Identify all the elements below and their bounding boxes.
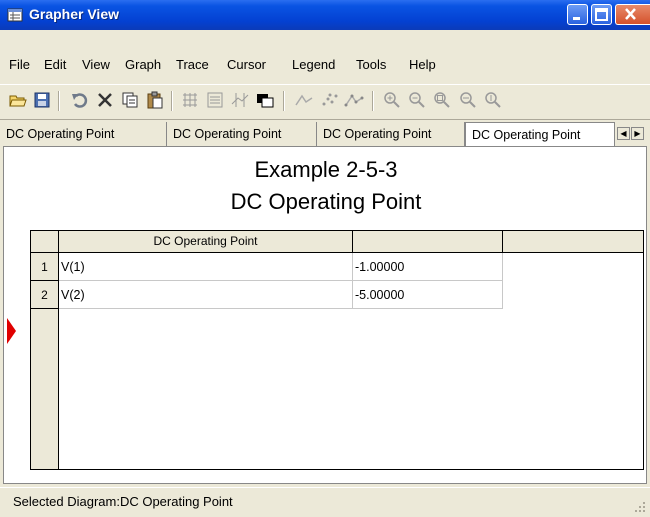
table-cell-name[interactable]: V(2) <box>59 281 353 309</box>
tab-label: DC Operating Point <box>323 127 432 141</box>
maximize-icon <box>595 8 608 21</box>
menu-legend[interactable]: Legend <box>292 54 335 76</box>
menu-help[interactable]: Help <box>409 54 436 76</box>
zoom-y-icon[interactable] <box>483 90 503 110</box>
tab-scroll-right-button[interactable]: ▶ <box>631 127 644 140</box>
traces-icon[interactable] <box>294 90 314 110</box>
table-cell-value[interactable]: -1.00000 <box>353 253 503 281</box>
tab-dc-operating-point-4[interactable]: DC Operating Point <box>465 122 615 146</box>
table-cell-value[interactable]: -5.00000 <box>353 281 503 309</box>
row-header-area <box>31 309 59 469</box>
tab-dc-operating-point-1[interactable]: DC Operating Point <box>0 122 167 146</box>
arrow-left-icon: ◀ <box>620 129 627 138</box>
window-title: Grapher View <box>29 6 120 22</box>
row-header-1[interactable]: 1 <box>31 253 59 281</box>
toolbar-separator <box>58 91 60 111</box>
menu-edit[interactable]: Edit <box>44 54 66 76</box>
minimize-button[interactable] <box>567 4 588 25</box>
results-table: DC Operating Point 1 V(1) -1.00000 2 V(2… <box>30 230 644 470</box>
grapher-window: Grapher View File Edit View Graph Trace … <box>0 0 650 516</box>
grapher-app-icon <box>7 8 23 22</box>
column-header-empty <box>503 231 643 253</box>
copy-icon[interactable] <box>120 90 140 110</box>
table-corner-header <box>31 231 59 253</box>
menu-cursor[interactable]: Cursor <box>227 54 266 76</box>
status-text: Selected Diagram:DC Operating Point <box>13 494 233 509</box>
close-icon <box>625 8 636 20</box>
toolbar-separator <box>283 91 285 111</box>
tab-label: DC Operating Point <box>6 127 115 141</box>
save-icon[interactable] <box>32 90 52 110</box>
open-icon[interactable] <box>8 90 28 110</box>
arrow-right-icon: ▶ <box>634 129 641 138</box>
graph-title: Example 2-5-3 <box>254 157 398 182</box>
invert-colors-icon[interactable] <box>255 90 275 110</box>
zoom-x-icon[interactable] <box>458 90 478 110</box>
menu-bar: File Edit View Graph Trace Cursor Legend… <box>0 55 650 79</box>
column-header-value[interactable] <box>353 231 503 253</box>
tab-dc-operating-point-2[interactable]: DC Operating Point <box>167 122 317 146</box>
resize-grip-icon[interactable] <box>634 501 646 513</box>
row-header-2[interactable]: 2 <box>31 281 59 309</box>
zoom-in-icon[interactable] <box>382 90 402 110</box>
menu-tools[interactable]: Tools <box>356 54 386 76</box>
tab-strip: DC Operating Point DC Operating Point DC… <box>0 122 650 146</box>
menu-file[interactable]: File <box>9 54 30 76</box>
column-header-name[interactable]: DC Operating Point <box>59 231 353 253</box>
graph-canvas[interactable]: Example 2-5-3 DC Operating Point DC Oper… <box>3 146 647 484</box>
toolbar-separator <box>372 91 374 111</box>
maximize-button[interactable] <box>591 4 612 25</box>
zoom-full-icon[interactable] <box>432 90 452 110</box>
scatter-icon[interactable] <box>320 90 340 110</box>
tab-scroll-left-button[interactable]: ◀ <box>617 127 630 140</box>
paste-icon[interactable] <box>145 90 165 110</box>
delete-icon[interactable] <box>95 90 115 110</box>
tab-label: DC Operating Point <box>472 128 581 142</box>
cursors-icon[interactable] <box>230 90 250 110</box>
grid-icon[interactable] <box>180 90 200 110</box>
undo-icon[interactable] <box>70 90 90 110</box>
menu-graph[interactable]: Graph <box>125 54 161 76</box>
menu-view[interactable]: View <box>82 54 110 76</box>
zoom-out-icon[interactable] <box>407 90 427 110</box>
selected-diagram-marker <box>7 318 16 344</box>
table-cell-name[interactable]: V(1) <box>59 253 353 281</box>
menu-trace[interactable]: Trace <box>176 54 209 76</box>
status-bar: Selected Diagram:DC Operating Point <box>0 487 650 517</box>
tab-dc-operating-point-3[interactable]: DC Operating Point <box>317 122 465 146</box>
toolbar-separator <box>171 91 173 111</box>
graph-subtitle: DC Operating Point <box>230 189 422 214</box>
scatter-line-icon[interactable] <box>344 90 364 110</box>
close-button[interactable] <box>615 4 650 25</box>
legend-icon[interactable] <box>205 90 225 110</box>
tab-label: DC Operating Point <box>173 127 282 141</box>
title-bar[interactable]: Grapher View <box>0 0 650 30</box>
toolbar <box>0 84 650 120</box>
minimize-icon <box>573 17 580 20</box>
